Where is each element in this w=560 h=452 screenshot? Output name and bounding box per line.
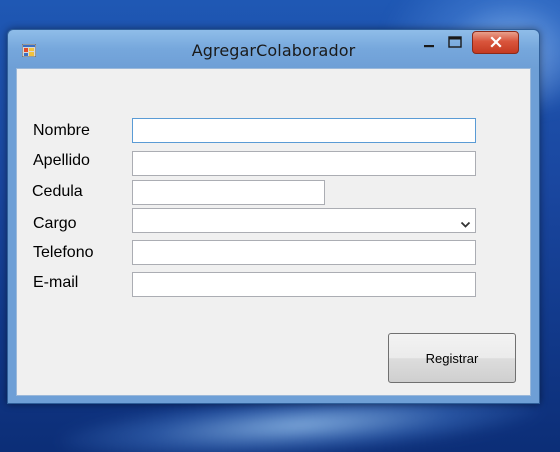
- cargo-dropdown[interactable]: [132, 208, 476, 233]
- desktop-background: AgregarColaborador Nombre Apellido Cedul…: [0, 0, 560, 452]
- minimize-button[interactable]: [418, 31, 440, 53]
- title-bar[interactable]: AgregarColaborador: [8, 30, 539, 68]
- apellido-input[interactable]: [132, 151, 476, 176]
- apellido-label: Apellido: [33, 152, 90, 169]
- cedula-label: Cedula: [32, 183, 83, 200]
- form-client-area: Nombre Apellido Cedula Cargo Telefono E-…: [16, 68, 531, 396]
- nombre-label: Nombre: [33, 122, 90, 139]
- minimize-icon: [423, 33, 435, 52]
- cedula-input[interactable]: [132, 180, 325, 205]
- email-label: E-mail: [33, 274, 79, 291]
- telefono-input[interactable]: [132, 240, 476, 265]
- telefono-label: Telefono: [33, 244, 94, 261]
- agregar-colaborador-window: AgregarColaborador Nombre Apellido Cedul…: [7, 29, 540, 404]
- registrar-button-label: Registrar: [425, 350, 479, 366]
- email-input[interactable]: [132, 272, 476, 297]
- maximize-button[interactable]: [444, 31, 466, 53]
- chevron-down-icon: [460, 215, 471, 228]
- cargo-label: Cargo: [33, 215, 77, 232]
- registrar-button[interactable]: Registrar: [388, 333, 516, 383]
- close-icon: [489, 33, 502, 52]
- maximize-icon: [448, 33, 462, 52]
- close-button[interactable]: [472, 31, 519, 54]
- nombre-input[interactable]: [132, 118, 476, 143]
